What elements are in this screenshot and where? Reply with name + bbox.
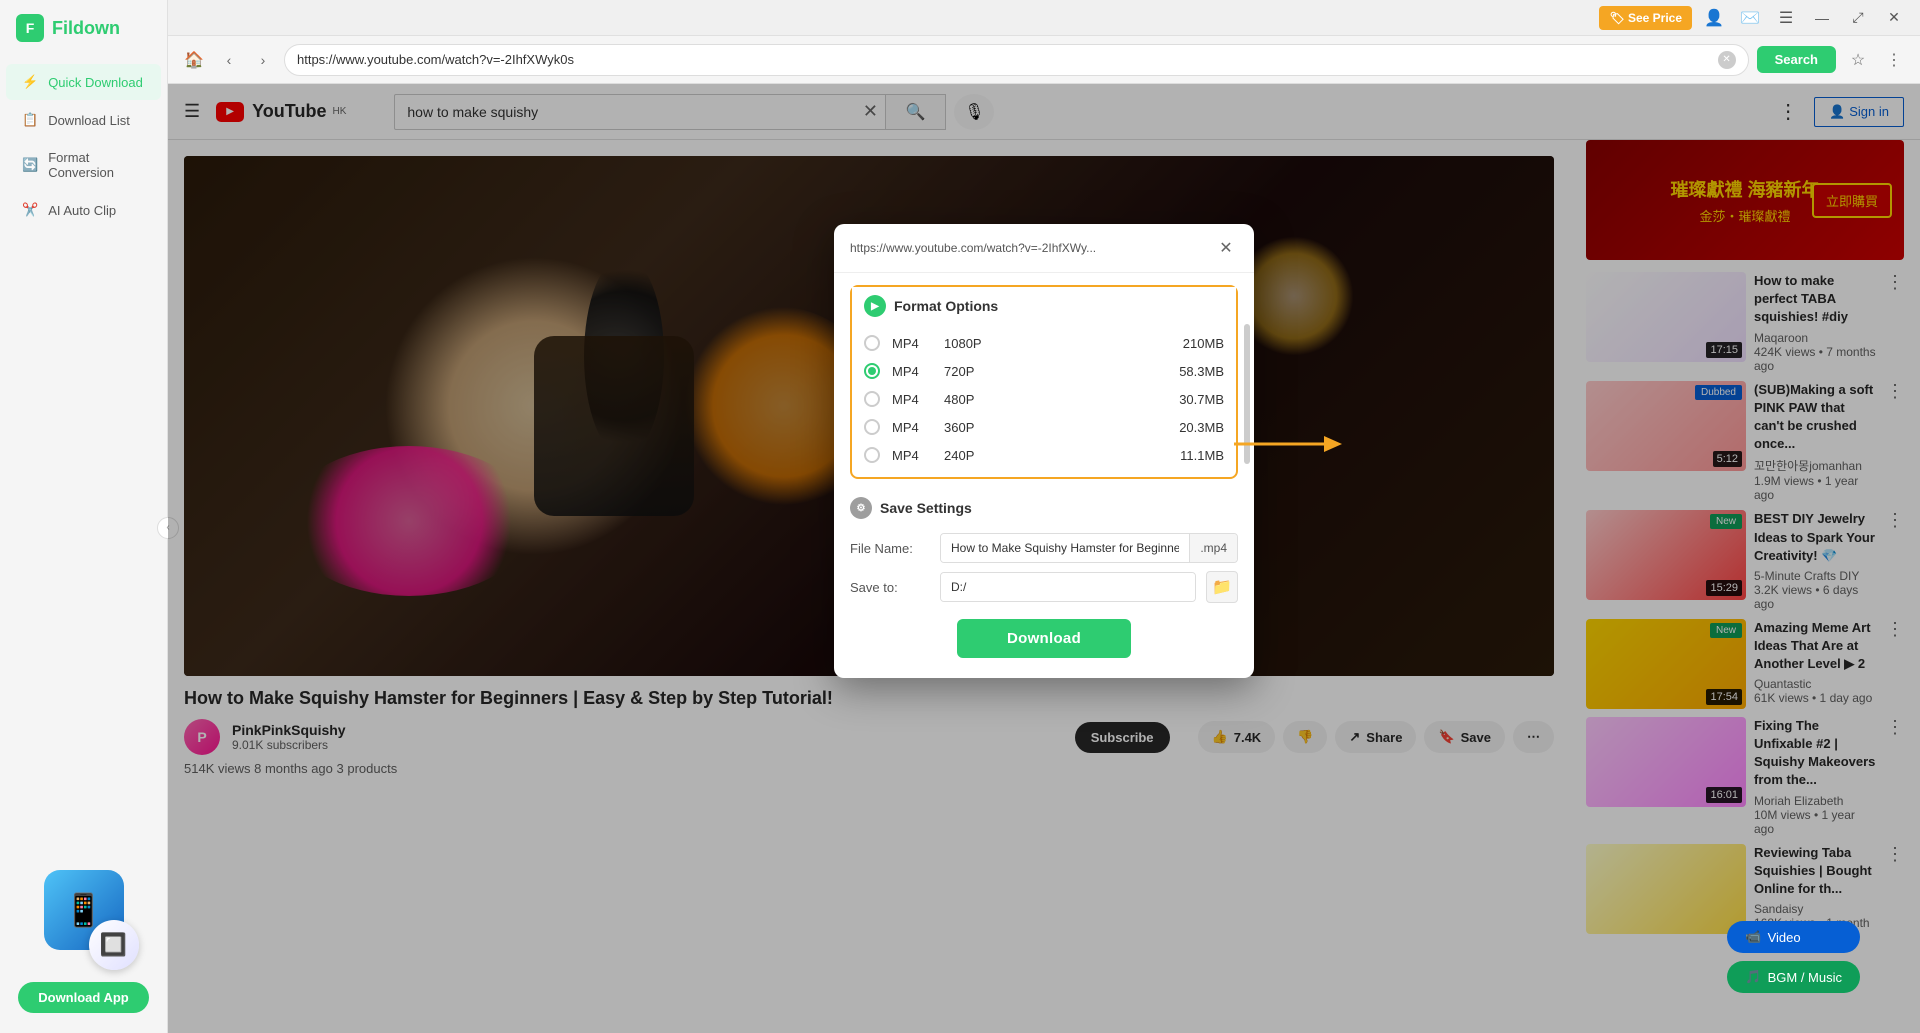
sidebar-item-label: Download List — [48, 113, 130, 128]
url-clear-button[interactable]: ✕ — [1718, 51, 1736, 69]
sidebar-item-label: Quick Download — [48, 75, 143, 90]
user-icon[interactable]: 👤 — [1700, 4, 1728, 32]
folder-browse-button[interactable]: 📁 — [1206, 571, 1238, 603]
format-size: 210MB — [1183, 336, 1224, 351]
url-bar[interactable]: https://www.youtube.com/watch?v=-2IhfXWy… — [284, 44, 1749, 76]
sidebar-item-label: Format Conversion — [48, 150, 145, 180]
app-logo[interactable]: F Fildown — [0, 0, 167, 56]
format-resolution: 240P — [944, 448, 994, 463]
sidebar-item-download-list[interactable]: 📋 Download List — [6, 102, 161, 138]
bgm-badge-icon: 🎵 — [1745, 969, 1761, 985]
video-badge-button[interactable]: 📹 Video — [1727, 921, 1860, 953]
format-codec: MP4 — [892, 336, 932, 351]
youtube-page: ☰ YouTube HK ✕ 🔍 🎙 ⋮ � — [168, 84, 1920, 1033]
dialog-url-text: https://www.youtube.com/watch?v=-2IhfXWy… — [850, 241, 1206, 255]
arrow-pointer — [1234, 424, 1344, 469]
see-price-button[interactable]: 🏷 See Price — [1599, 6, 1692, 30]
sidebar-item-format-conversion[interactable]: 🔄 Format Conversion — [6, 140, 161, 190]
save-to-label: Save to: — [850, 580, 930, 595]
format-options-label: Format Options — [894, 298, 998, 314]
browser-bar: 🏠 ‹ › https://www.youtube.com/watch?v=-2… — [168, 36, 1920, 84]
app-illustration: 📱 🔲 — [29, 860, 139, 970]
mail-icon[interactable]: ✉️ — [1736, 4, 1764, 32]
main-area: 🏷 See Price 👤 ✉️ ☰ — ⤢ ✕ 🏠 ‹ › https://w… — [168, 0, 1920, 1033]
save-settings-header: ⚙ Save Settings — [850, 491, 1238, 525]
format-resolution: 480P — [944, 392, 994, 407]
dialog-url-bar: https://www.youtube.com/watch?v=-2IhfXWy… — [834, 224, 1254, 273]
file-extension: .mp4 — [1189, 534, 1237, 562]
more-options-button[interactable]: ⋮ — [1880, 46, 1908, 74]
format-options-section: ▶ Format Options MP4 1080P 210MB MP4 720… — [850, 285, 1238, 479]
file-name-row: File Name: .mp4 — [850, 533, 1238, 563]
file-name-input[interactable] — [941, 534, 1189, 562]
download-button-wrap: Download — [834, 619, 1254, 658]
title-bar: 🏷 See Price 👤 ✉️ ☰ — ⤢ ✕ — [168, 0, 1920, 36]
save-settings-label: Save Settings — [880, 500, 972, 516]
floating-badges: 📹 Video 🎵 BGM / Music — [1727, 921, 1860, 993]
download-app-button[interactable]: Download App — [18, 982, 149, 1013]
sidebar-item-ai-auto-clip[interactable]: ✂️ AI Auto Clip — [6, 192, 161, 228]
forward-button[interactable]: › — [250, 47, 276, 73]
download-list-icon: 📋 — [22, 112, 38, 128]
format-codec: MP4 — [892, 364, 932, 379]
close-button[interactable]: ✕ — [1880, 4, 1908, 32]
format-conversion-icon: 🔄 — [22, 157, 38, 173]
home-button[interactable]: 🏠 — [180, 46, 208, 74]
format-row[interactable]: MP4 1080P 210MB — [852, 329, 1236, 357]
format-radio[interactable] — [864, 447, 880, 463]
format-list: MP4 1080P 210MB MP4 720P 58.3MB MP4 480P… — [852, 325, 1236, 477]
format-options-header: ▶ Format Options — [852, 287, 1236, 325]
sidebar-item-quick-download[interactable]: ⚡ Quick Download — [6, 64, 161, 100]
format-options-icon: ▶ — [864, 295, 886, 317]
menu-icon[interactable]: ☰ — [1772, 4, 1800, 32]
format-resolution: 360P — [944, 420, 994, 435]
sidebar: F Fildown ⚡ Quick Download 📋 Download Li… — [0, 0, 168, 1033]
format-resolution: 1080P — [944, 336, 994, 351]
url-text: https://www.youtube.com/watch?v=-2IhfXWy… — [297, 52, 1712, 67]
ai-clip-icon: ✂️ — [22, 202, 38, 218]
format-row[interactable]: MP4 360P 20.3MB — [852, 413, 1236, 441]
format-codec: MP4 — [892, 448, 932, 463]
bookmark-button[interactable]: ☆ — [1844, 46, 1872, 74]
format-size: 20.3MB — [1179, 420, 1224, 435]
save-settings-section: ⚙ Save Settings — [850, 491, 1238, 525]
download-button[interactable]: Download — [957, 619, 1131, 658]
file-name-input-wrap: .mp4 — [940, 533, 1238, 563]
format-resolution: 720P — [944, 364, 994, 379]
save-settings-icon: ⚙ — [850, 497, 872, 519]
sidebar-item-label: AI Auto Clip — [48, 203, 116, 218]
dialog-close-button[interactable]: ✕ — [1214, 236, 1238, 260]
modal-overlay: https://www.youtube.com/watch?v=-2IhfXWy… — [168, 84, 1920, 1033]
format-codec: MP4 — [892, 420, 932, 435]
format-row[interactable]: MP4 480P 30.7MB — [852, 385, 1236, 413]
download-app-section: 📱 🔲 Download App — [0, 860, 167, 1013]
format-radio[interactable] — [864, 419, 880, 435]
bgm-badge-button[interactable]: 🎵 BGM / Music — [1727, 961, 1860, 993]
format-row[interactable]: MP4 720P 58.3MB — [852, 357, 1236, 385]
sidebar-nav: ⚡ Quick Download 📋 Download List 🔄 Forma… — [0, 56, 167, 236]
format-size: 30.7MB — [1179, 392, 1224, 407]
resize-button[interactable]: ⤢ — [1844, 4, 1872, 32]
video-badge-icon: 📹 — [1745, 929, 1761, 945]
save-to-row: Save to: 📁 — [850, 571, 1238, 603]
minimize-button[interactable]: — — [1808, 4, 1836, 32]
format-radio[interactable] — [864, 335, 880, 351]
file-name-label: File Name: — [850, 541, 930, 556]
logo-text: Fildown — [52, 18, 120, 39]
save-to-input-wrap — [940, 572, 1196, 602]
format-radio[interactable] — [864, 391, 880, 407]
format-row[interactable]: MP4 240P 11.1MB — [852, 441, 1236, 469]
format-size: 11.1MB — [1180, 448, 1224, 463]
format-codec: MP4 — [892, 392, 932, 407]
search-button[interactable]: Search — [1757, 46, 1836, 73]
save-to-input[interactable] — [941, 573, 1195, 601]
download-dialog: https://www.youtube.com/watch?v=-2IhfXWy… — [834, 224, 1254, 678]
back-button[interactable]: ‹ — [216, 47, 242, 73]
logo-icon: F — [16, 14, 44, 42]
format-size: 58.3MB — [1179, 364, 1224, 379]
quick-download-icon: ⚡ — [22, 74, 38, 90]
format-radio[interactable] — [864, 363, 880, 379]
